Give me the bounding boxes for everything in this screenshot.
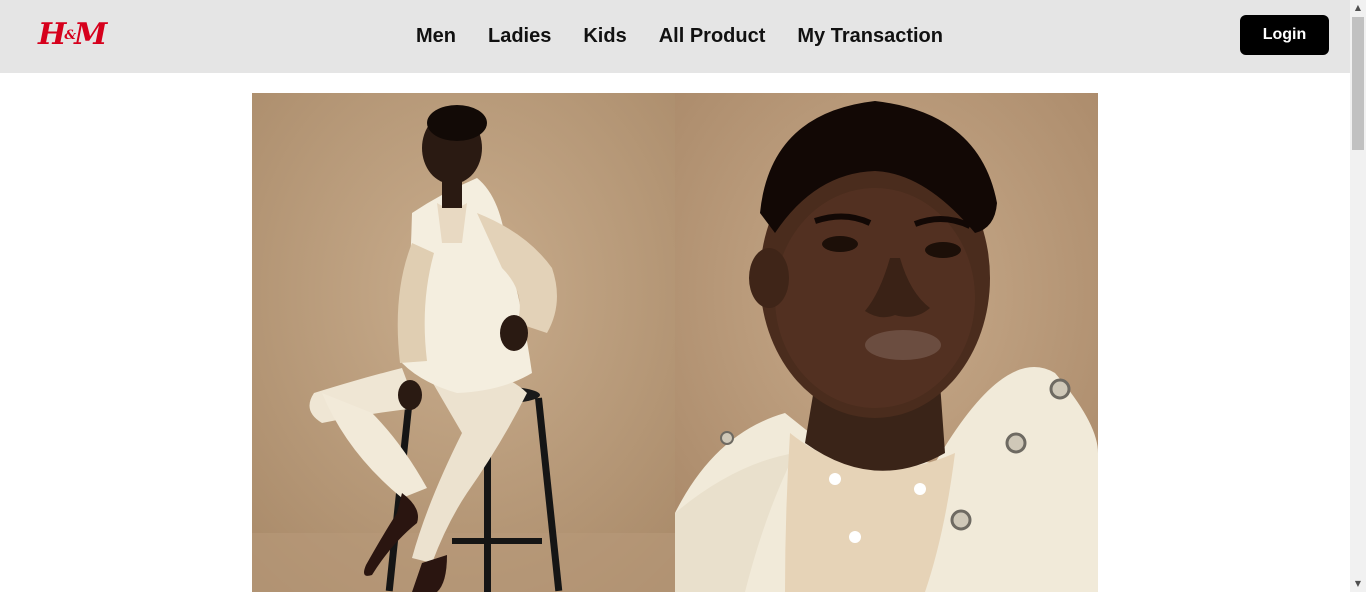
scrollbar-thumb[interactable] bbox=[1352, 17, 1364, 150]
hero-banner bbox=[252, 93, 1098, 592]
vertical-scrollbar[interactable]: ▲ ▼ bbox=[1350, 0, 1366, 592]
nav-item-men[interactable]: Men bbox=[416, 25, 456, 48]
nav-item-all-product[interactable]: All Product bbox=[659, 25, 766, 48]
login-button[interactable]: Login bbox=[1240, 15, 1329, 55]
model-seated-on-stool-photo bbox=[252, 93, 675, 592]
nav-item-ladies[interactable]: Ladies bbox=[488, 25, 551, 48]
page: H&M Men Ladies Kids All Product My Trans… bbox=[0, 0, 1366, 592]
top-navbar: H&M Men Ladies Kids All Product My Trans… bbox=[0, 0, 1350, 73]
nav-item-kids[interactable]: Kids bbox=[583, 25, 626, 48]
main-nav: Men Ladies Kids All Product My Transacti… bbox=[400, 0, 959, 73]
scroll-up-icon[interactable]: ▲ bbox=[1350, 0, 1366, 16]
nav-item-my-transaction[interactable]: My Transaction bbox=[797, 25, 943, 48]
scroll-down-icon[interactable]: ▼ bbox=[1350, 576, 1366, 592]
brand-logo[interactable]: H&M bbox=[38, 16, 107, 54]
model-portrait-closeup-photo bbox=[675, 93, 1098, 592]
